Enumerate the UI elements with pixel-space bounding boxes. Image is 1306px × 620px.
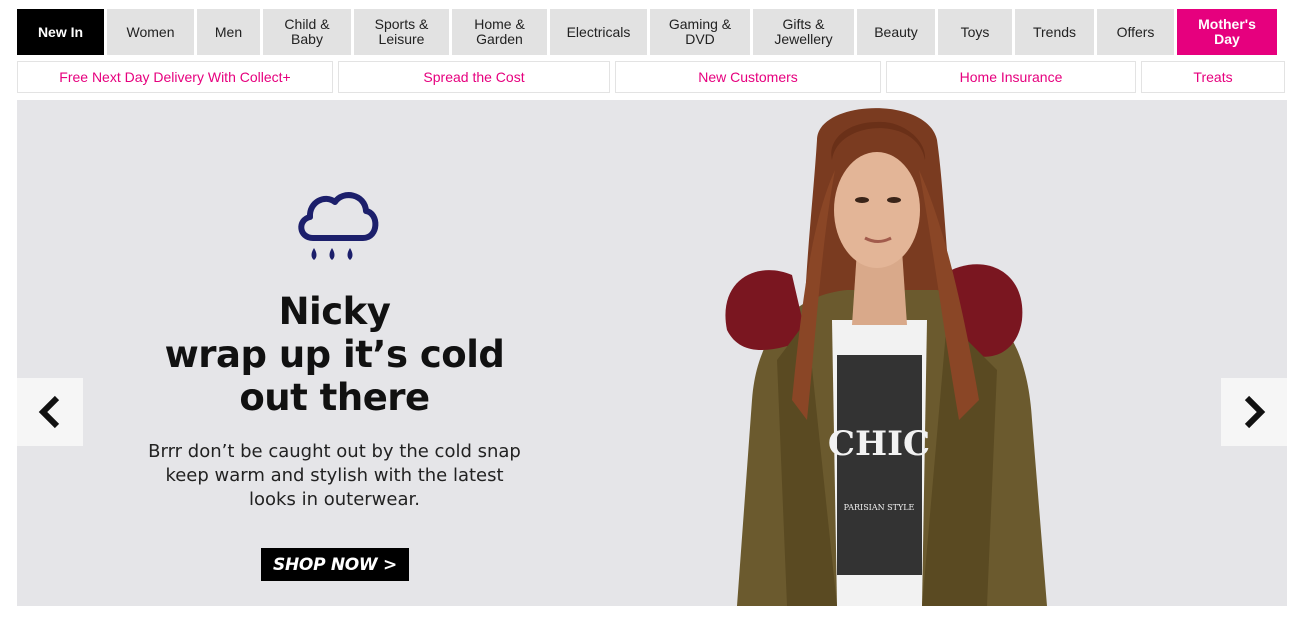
link-spread-cost[interactable]: Spread the Cost [338,61,610,93]
nav-trends[interactable]: Trends [1015,9,1094,55]
link-treats[interactable]: Treats [1141,61,1285,93]
nav-electricals[interactable]: Electricals [550,9,647,55]
nav-mothers-day[interactable]: Mother's Day [1177,9,1277,55]
nav-beauty[interactable]: Beauty [857,9,935,55]
nav-offers[interactable]: Offers [1097,9,1174,55]
hero-description: Brrr don’t be caught out by the cold sna… [148,441,521,510]
nav-gaming-dvd[interactable]: Gaming & DVD [650,9,750,55]
nav-men[interactable]: Men [197,9,260,55]
main-nav: New In Women Men Child & Baby Sports & L… [17,9,1287,55]
link-home-insurance[interactable]: Home Insurance [886,61,1136,93]
nav-women[interactable]: Women [107,9,194,55]
nav-gifts-jewellery[interactable]: Gifts & Jewellery [753,9,854,55]
carousel-next-button[interactable] [1221,378,1287,446]
carousel-prev-button[interactable] [17,378,83,446]
rain-cloud-icon [298,192,379,260]
shirt-print-small: PARISIAN STYLE [844,503,915,512]
promo-links: Free Next Day Delivery With Collect+ Spr… [17,61,1287,93]
nav-new-in[interactable]: New In [17,9,104,55]
nav-child-baby[interactable]: Child & Baby [263,9,351,55]
nav-home-garden[interactable]: Home & Garden [452,9,547,55]
nav-toys[interactable]: Toys [938,9,1012,55]
nav-sports-leisure[interactable]: Sports & Leisure [354,9,449,55]
chevron-left-icon [38,395,60,429]
model-image: CHIC PARISIAN STYLE [725,108,1047,606]
link-new-customers[interactable]: New Customers [615,61,881,93]
link-free-delivery[interactable]: Free Next Day Delivery With Collect+ [17,61,333,93]
shop-now-button[interactable]: SHOP NOW > [261,548,409,581]
hero-headline: Nicky wrap up it’s cold out there [164,290,505,419]
shirt-print: CHIC [828,424,930,464]
chevron-right-icon [1244,395,1266,429]
hero-banner[interactable]: Nicky wrap up it’s cold out there Brrr d… [17,100,1287,606]
